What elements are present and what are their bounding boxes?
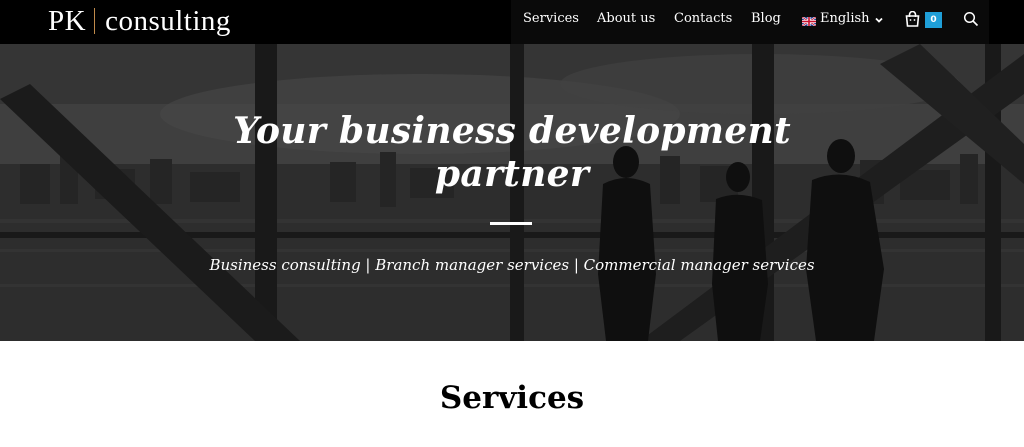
uk-flag-icon — [801, 15, 817, 27]
hero-divider — [490, 222, 532, 225]
cart-button[interactable]: 0 — [903, 10, 943, 30]
hero-banner: Your business development partner Busine… — [0, 44, 1024, 341]
shopping-bag-icon — [905, 10, 920, 31]
logo-separator — [94, 8, 96, 34]
nav-item-contacts[interactable]: Contacts — [674, 11, 732, 27]
hero-title: Your business development partner — [233, 110, 791, 195]
hero-subtitle: Business consulting | Branch manager ser… — [209, 256, 815, 274]
nav-item-blog[interactable]: Blog — [751, 11, 781, 27]
cart-count-badge: 0 — [925, 12, 942, 28]
services-section-title: Services — [439, 380, 585, 416]
language-switcher[interactable]: English — [801, 11, 884, 27]
language-label: English — [820, 11, 870, 26]
search-icon[interactable] — [963, 11, 979, 27]
nav-item-about-us[interactable]: About us — [597, 11, 655, 27]
logo-brand: PK — [48, 5, 87, 37]
logo-name: consulting — [105, 5, 231, 37]
site-logo[interactable]: PK consulting — [48, 4, 231, 38]
chevron-down-icon — [874, 14, 884, 24]
nav-item-services[interactable]: Services — [523, 11, 579, 27]
site-header: PK consulting Services About us Contacts… — [0, 0, 1024, 44]
